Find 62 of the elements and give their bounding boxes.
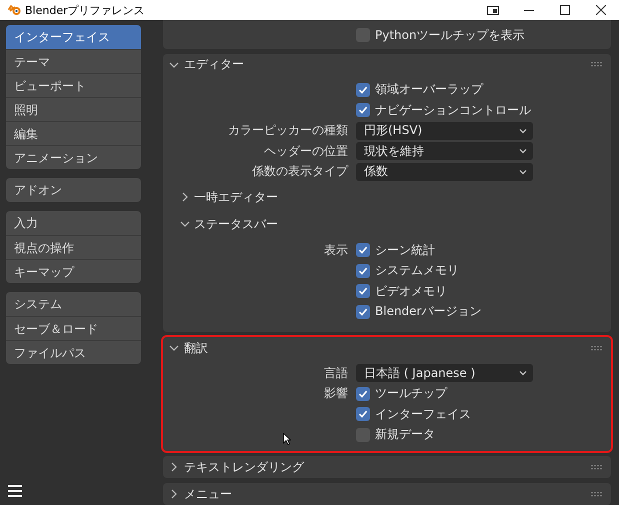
- dropdown[interactable]: 円形(HSV): [356, 122, 533, 140]
- field-label: 表示: [324, 242, 348, 257]
- dropdown[interactable]: 現状を維持: [356, 142, 533, 160]
- grip-icon[interactable]: [591, 492, 603, 496]
- grip-icon[interactable]: [591, 464, 603, 470]
- checkbox[interactable]: [356, 264, 370, 278]
- window-mode-icon[interactable]: [487, 6, 499, 14]
- menu-icon[interactable]: [8, 485, 22, 497]
- sidebar-item[interactable]: 照明: [6, 97, 141, 121]
- sidebar-item[interactable]: システム: [6, 292, 141, 316]
- field-label: カラーピッカーの種類: [228, 123, 348, 138]
- checkbox-label[interactable]: ナビゲーションコントロール: [375, 102, 531, 119]
- checkbox[interactable]: [356, 82, 370, 97]
- sidebar-item[interactable]: ビューポート: [6, 73, 141, 97]
- grip-icon[interactable]: [591, 62, 603, 67]
- field-label: 言語: [324, 366, 348, 380]
- app-logo-icon: [8, 4, 22, 16]
- checkbox[interactable]: [356, 284, 370, 298]
- checkbox-label[interactable]: 新規データ: [375, 426, 435, 444]
- checkbox-label[interactable]: Blenderバージョン: [375, 303, 482, 320]
- caret-icon: [519, 370, 527, 376]
- sidebar-item[interactable]: テーマ: [6, 49, 141, 73]
- sidebar-item[interactable]: アニメーション: [6, 145, 141, 169]
- checkbox[interactable]: [356, 386, 370, 401]
- dropdown[interactable]: 係数: [356, 162, 533, 181]
- checkbox[interactable]: [356, 103, 370, 118]
- subpanel-header[interactable]: 一時エディター: [163, 185, 611, 209]
- sidebar-item[interactable]: 編集: [6, 121, 141, 145]
- caret-icon: [519, 128, 527, 134]
- checkbox-label[interactable]: 領域オーバーラップ: [375, 81, 483, 98]
- sidebar-item[interactable]: 視点の操作: [6, 235, 141, 259]
- caret-icon: [519, 148, 527, 154]
- sidebar-item[interactable]: ファイルパス: [6, 340, 141, 364]
- panel-header[interactable]: 翻訳: [163, 337, 611, 359]
- grip-icon[interactable]: [591, 346, 603, 350]
- panel-header[interactable]: テキストレンダリング: [163, 456, 611, 478]
- panel-header[interactable]: メニュー: [163, 483, 611, 505]
- mouse-pointer-icon: [283, 433, 291, 445]
- checkbox-label[interactable]: ビデオメモリ: [375, 282, 447, 300]
- sidebar-item[interactable]: キーマップ: [6, 259, 141, 283]
- panel-header[interactable]: エディター: [163, 54, 611, 76]
- checkbox-label[interactable]: ツールチップ: [375, 385, 447, 402]
- sidebar-item[interactable]: セーブ＆ロード: [6, 316, 141, 340]
- field-label: ヘッダーの位置: [264, 144, 348, 158]
- checkbox[interactable]: [356, 407, 370, 422]
- sidebar-item[interactable]: インターフェイス: [6, 25, 141, 49]
- sidebar-item[interactable]: 入力: [6, 211, 141, 235]
- field-label: 係数の表示タイプ: [252, 164, 348, 178]
- checkbox[interactable]: [356, 304, 370, 319]
- field-label: 影響: [324, 386, 348, 400]
- checkbox-label[interactable]: システムメモリ: [375, 262, 459, 280]
- close-icon[interactable]: [596, 5, 606, 15]
- caret-icon: [519, 168, 527, 175]
- checkbox-label[interactable]: インターフェイス: [375, 406, 471, 423]
- checkbox-label[interactable]: シーン統計: [375, 242, 435, 259]
- maximize-icon[interactable]: [560, 5, 570, 15]
- dropdown[interactable]: 日本語 ( Japanese ): [356, 364, 533, 382]
- checkbox-label[interactable]: Pythonツールチップを表示: [375, 26, 525, 44]
- subpanel-header[interactable]: ステータスバー: [163, 212, 611, 236]
- checkbox[interactable]: [356, 243, 370, 258]
- sidebar-item[interactable]: アドオン: [6, 178, 141, 202]
- window-title: Blenderプリファレンス: [25, 2, 146, 18]
